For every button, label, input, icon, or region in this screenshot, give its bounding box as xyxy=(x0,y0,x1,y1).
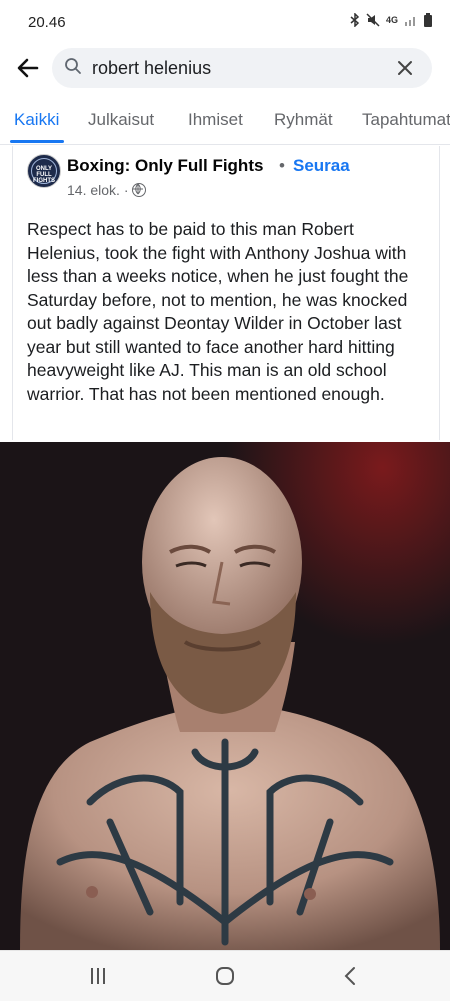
post-date[interactable]: 14. elok. · xyxy=(67,182,128,198)
clear-search-button[interactable] xyxy=(396,55,414,83)
recent-apps-button[interactable] xyxy=(78,961,118,991)
active-tab-indicator xyxy=(10,140,64,143)
back-arrow-icon xyxy=(17,58,39,78)
boxer-photo xyxy=(0,442,450,950)
page-avatar[interactable]: ONLY FULL FIGHTS xyxy=(27,154,61,188)
avatar-logo-text: ONLY FULL FIGHTS xyxy=(33,166,55,184)
recent-apps-icon xyxy=(91,968,105,984)
bluetooth-icon xyxy=(350,13,360,27)
search-input[interactable] xyxy=(90,56,364,80)
close-icon xyxy=(398,61,412,75)
post-card: ONLY FULL FIGHTS Boxing: Only Full Fight… xyxy=(12,146,440,440)
nav-back-button[interactable] xyxy=(330,961,370,991)
tab-ryhmat[interactable]: Ryhmät xyxy=(274,110,333,130)
globe-icon xyxy=(132,183,147,197)
network-type: 4G xyxy=(385,15,398,25)
tab-julkaisut[interactable]: Julkaisut xyxy=(88,110,154,130)
follow-button[interactable]: Seuraa xyxy=(293,156,350,176)
battery-icon xyxy=(424,13,432,27)
search-box[interactable] xyxy=(52,48,432,88)
status-time: 20.46 xyxy=(28,14,66,31)
search-icon xyxy=(64,57,86,80)
page-name[interactable]: Boxing: Only Full Fights xyxy=(67,156,263,176)
mute-icon xyxy=(366,13,380,27)
status-icons: 4G xyxy=(350,13,432,27)
post-photo[interactable] xyxy=(0,442,450,950)
post-meta: 14. elok. · xyxy=(67,182,147,198)
name-separator: • xyxy=(279,156,285,175)
search-row xyxy=(0,46,450,90)
tab-tapahtumat[interactable]: Tapahtumat xyxy=(362,110,450,130)
tab-kaikki[interactable]: Kaikki xyxy=(14,110,59,130)
status-bar: 20.46 4G xyxy=(0,0,450,42)
home-button[interactable] xyxy=(205,961,245,991)
android-nav-bar xyxy=(0,950,450,1001)
tab-ihmiset[interactable]: Ihmiset xyxy=(188,110,243,130)
signal-icon xyxy=(405,17,415,26)
search-tabs: Kaikki Julkaisut Ihmiset Ryhmät Tapahtum… xyxy=(0,100,450,145)
post-text: Respect has to be paid to this man Rober… xyxy=(27,219,409,404)
nav-back-icon xyxy=(344,967,355,985)
home-icon xyxy=(216,967,234,985)
back-button[interactable] xyxy=(12,52,44,84)
